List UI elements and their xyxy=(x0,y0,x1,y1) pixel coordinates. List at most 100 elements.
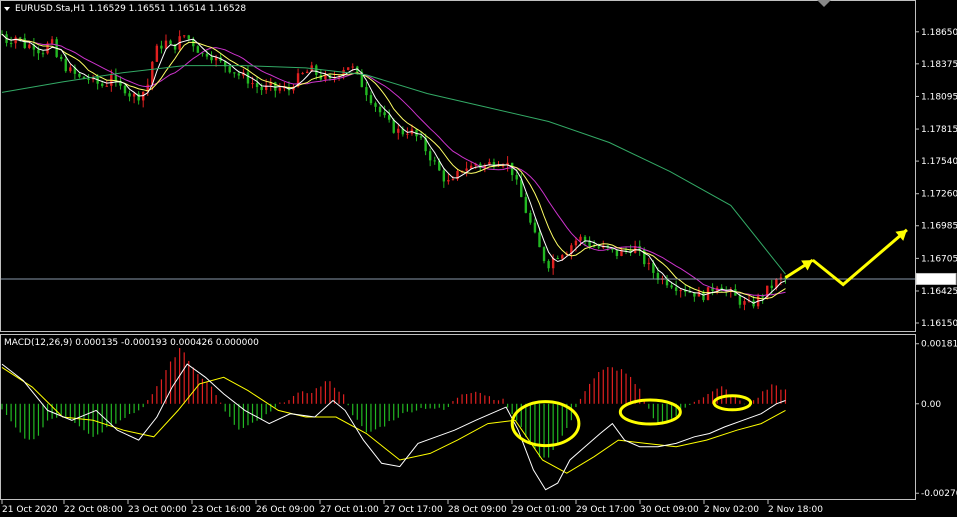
candle-body xyxy=(164,40,168,49)
candle-body xyxy=(64,58,67,72)
current-price-text: 1.16528 xyxy=(919,275,956,285)
candle-body xyxy=(556,258,559,260)
time-axis: 21 Oct 2020 22 Oct 08:00 23 Oct 00:00 23 Oc… xyxy=(1,500,823,515)
candle-body xyxy=(510,162,514,176)
highlight-ellipse xyxy=(510,400,581,448)
candle-body xyxy=(433,160,436,162)
arrow-zigzag xyxy=(811,228,908,287)
price-tick-label: 1.16985 xyxy=(921,222,957,232)
candle-body xyxy=(406,133,409,135)
price-tick-label: 1.18095 xyxy=(921,92,957,102)
time-tick-label: 27 Oct 01:00 xyxy=(320,505,379,515)
candle-body xyxy=(428,151,432,161)
time-tick-label: 22 Oct 08:00 xyxy=(64,505,123,515)
candle-body xyxy=(196,46,200,53)
candle-body xyxy=(305,71,309,74)
macd-tick-label: 0.00 xyxy=(921,400,941,410)
candle-body xyxy=(210,56,213,61)
candle-body xyxy=(19,37,22,39)
candle-body xyxy=(387,115,391,120)
candle-body xyxy=(574,240,578,246)
candle-body xyxy=(183,35,186,37)
candle-body xyxy=(87,78,90,80)
macd-tick-label: -0.002706 xyxy=(921,489,957,499)
candle-body xyxy=(515,175,518,180)
candle-body xyxy=(78,73,81,77)
candle-body xyxy=(155,45,159,62)
candle-body xyxy=(41,53,45,55)
macd-panel[interactable]: 0.001816 0.00 -0.002706 MACD(12,26,9) 0.00… xyxy=(0,334,957,500)
candle-body xyxy=(37,49,40,54)
candle-body xyxy=(383,112,386,116)
candle-body xyxy=(547,261,550,269)
annotation-arrows xyxy=(784,228,908,287)
candle-body xyxy=(538,232,541,248)
time-tick-label: 2 Nov 02:00 xyxy=(704,505,759,515)
candle-body xyxy=(378,106,382,113)
macd-main-line xyxy=(1,363,786,491)
current-price-label: 1.16528 xyxy=(915,272,957,285)
candle-body xyxy=(647,262,651,265)
time-tick-label: 29 Oct 17:00 xyxy=(576,505,635,515)
candle-body xyxy=(23,38,26,48)
highlight-ellipse xyxy=(712,394,753,412)
candle-body xyxy=(743,301,746,305)
price-panel[interactable]: 1.18650 1.18375 1.18095 1.17815 1.17540 1.172… xyxy=(0,0,957,332)
header-title: EURUSD.Sta,H1 1.16529 1.16551 1.16514 1.… xyxy=(4,4,246,14)
price-tick-label: 1.18650 xyxy=(921,28,957,38)
candle-body xyxy=(447,179,450,182)
macd-axis: 0.001816 0.00 -0.002706 xyxy=(915,340,957,499)
candle-body xyxy=(561,255,564,259)
candle-body xyxy=(169,40,172,45)
candle-body xyxy=(246,72,250,84)
candle-body xyxy=(615,249,619,256)
candle-body xyxy=(9,42,13,44)
ma-long-line xyxy=(1,65,786,275)
candle-body xyxy=(542,247,546,262)
time-tick-label: 26 Oct 09:00 xyxy=(256,505,315,515)
macd-tick-label: 0.001816 xyxy=(921,340,957,350)
candle-body xyxy=(101,83,104,86)
price-tick-label: 1.17815 xyxy=(921,125,957,135)
candle-body xyxy=(738,295,742,305)
candle-body xyxy=(688,291,692,293)
ma-mid-line xyxy=(1,33,786,300)
chart-root: 1.18650 1.18375 1.18095 1.17815 1.17540 1.172… xyxy=(0,0,957,515)
candle-body xyxy=(14,37,17,44)
time-tick-label: 23 Oct 16:00 xyxy=(192,505,251,515)
candle-body xyxy=(697,291,701,297)
moving-averages xyxy=(1,33,786,304)
candle-body xyxy=(28,44,31,48)
candle-body xyxy=(228,66,231,73)
candle-body xyxy=(597,246,600,248)
candle-body xyxy=(351,66,354,68)
candle-body xyxy=(761,296,764,298)
time-tick-label: 2 Nov 18:00 xyxy=(768,505,823,515)
corner-arrow-icon[interactable] xyxy=(817,0,831,7)
candle-body xyxy=(132,93,136,97)
candle-body xyxy=(365,87,368,96)
candle-body xyxy=(315,65,318,75)
candle-body xyxy=(187,35,190,39)
price-candles xyxy=(0,30,787,311)
candle-body xyxy=(770,285,773,288)
candle-body xyxy=(442,170,446,182)
candle-body xyxy=(301,73,304,75)
time-tick-label: 28 Oct 09:00 xyxy=(448,505,507,515)
candle-body xyxy=(233,72,236,74)
candle-body xyxy=(237,73,241,76)
time-tick-label: 21 Oct 2020 xyxy=(2,505,58,515)
chevron-down-icon[interactable] xyxy=(4,7,10,11)
candle-body xyxy=(369,95,373,104)
candle-body xyxy=(160,45,163,49)
candle-body xyxy=(255,83,259,87)
candle-body xyxy=(583,236,587,241)
candle-body xyxy=(592,246,596,248)
candle-body xyxy=(392,119,395,133)
candle-body xyxy=(579,236,582,241)
candle-body xyxy=(451,179,455,181)
candle-body xyxy=(105,85,108,87)
time-tick-label: 27 Oct 17:00 xyxy=(384,505,443,515)
macd-lines xyxy=(1,363,786,491)
candle-body xyxy=(465,168,468,171)
